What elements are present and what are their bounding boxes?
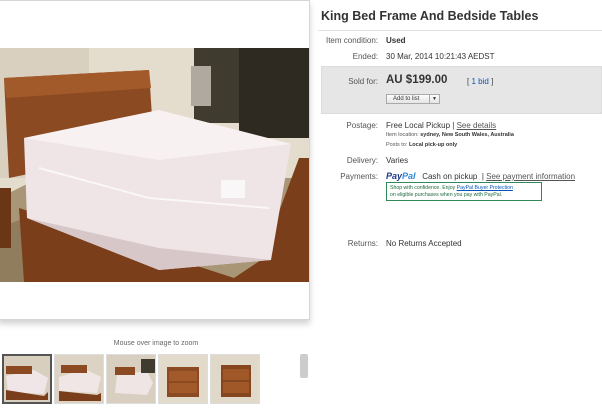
ended-value: 30 Mar, 2014 10:21:43 AEDST [386,52,495,61]
thumbnail-4[interactable] [158,354,208,404]
protection-text-1: Shop with confidence. Enjoy [390,185,457,191]
price-panel [321,66,602,114]
add-to-list-button[interactable]: Add to list ▼ [386,94,440,104]
thumbnail-1[interactable] [2,354,52,404]
ended-label: Ended: [352,52,378,61]
protection-text-2: on eligible purchases when you pay with … [390,192,503,198]
main-product-photo[interactable] [0,48,309,282]
posts-to: Posts to: Local pick-up only [386,142,457,148]
postage-label: Postage: [346,121,378,130]
delivery-label: Delivery: [346,156,378,165]
sold-for-label: Sold for: [348,77,378,86]
paypal-logo: PayPal [386,171,416,181]
zoom-hint-text: Mouse over image to zoom [113,340,199,347]
thumbnail-5[interactable] [210,354,260,404]
see-details-link[interactable]: See details [457,121,497,130]
posts-to-value: Local pick-up only [408,142,458,148]
payments-separator: | [481,172,484,181]
listing-title: King Bed Frame And Bedside Tables [321,9,539,23]
postage-method: Free Local Pickup [386,121,451,130]
paypal-logo-pal: Pal [402,171,416,181]
buyer-protection-notice: Shop with confidence. Enjoy PayPal Buyer… [386,182,542,201]
item-condition-label: Item condition: [325,36,378,45]
see-payment-information-link[interactable]: See payment information [486,172,575,181]
postage-separator: | [452,121,455,130]
returns-label: Returns: [347,239,378,248]
payments-value: PayPal Cash on pickup | See payment info… [386,171,575,181]
item-location-label: Item location: [386,132,419,138]
sold-price: AU $199.00 [386,74,448,86]
chevron-down-icon[interactable]: ▼ [429,95,439,103]
returns-value: No Returns Accepted [386,239,462,248]
thumbnail-scrollbar[interactable] [300,354,308,378]
add-to-list-label: Add to list [393,96,420,102]
bid-count-open: [ [467,77,470,86]
item-condition-value: Used [386,36,406,45]
paypal-logo-pay: Pay [386,171,403,181]
thumbnail-2[interactable] [54,354,104,404]
bid-history-link[interactable]: 1 bid [471,77,488,86]
title-divider [318,30,602,31]
payments-label: Payments: [340,172,378,181]
item-location-value: sydney, New South Wales, Australia [420,132,514,138]
bid-count-close: ] [491,77,494,86]
paypal-buyer-protection-link[interactable]: PayPal Buyer Protection [457,185,513,191]
payment-method: Cash on pickup [422,172,478,181]
bed-photo-image [0,48,309,282]
delivery-value: Varies [386,156,409,165]
item-location: Item location: sydney, New South Wales, … [386,132,514,138]
main-image-frame [0,0,310,320]
thumbnail-3[interactable] [106,354,156,404]
thumbnail-strip [0,354,300,406]
bid-count: [ 1 bid ] [467,77,493,86]
posts-to-label: Posts to: [386,142,408,148]
postage-value: Free Local Pickup | See details [386,121,496,130]
